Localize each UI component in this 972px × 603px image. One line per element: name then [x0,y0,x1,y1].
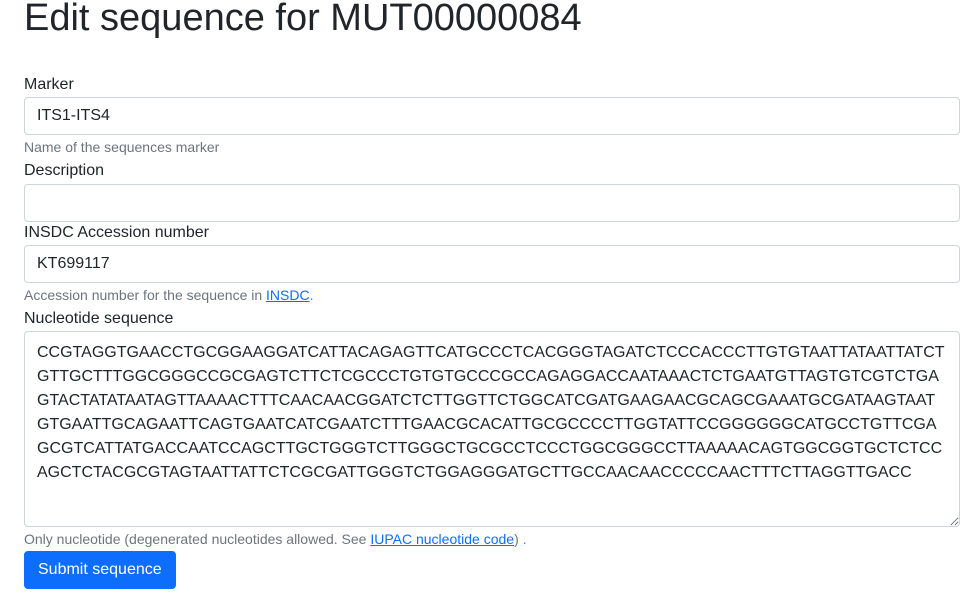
marker-input[interactable] [24,97,960,135]
insdc-link[interactable]: INSDC [266,287,310,303]
page-title: Edit sequence for MUT00000084 [24,0,582,39]
accession-help-text: Accession number for the sequence in INS… [24,286,313,304]
accession-label: INSDC Accession number [24,224,209,241]
iupac-link[interactable]: IUPAC nucleotide code [370,531,514,547]
marker-label: Marker [24,76,74,93]
accession-input[interactable] [24,245,960,283]
description-input[interactable] [24,184,960,222]
accession-help-suffix: . [309,287,314,303]
sequence-help-prefix: Only nucleotide (degenerated nucleotides… [24,531,371,547]
accession-help-prefix: Accession number for the sequence in [24,287,267,303]
sequence-label: Nucleotide sequence [24,310,174,327]
sequence-help-suffix: ) . [514,531,527,547]
sequence-help-text: Only nucleotide (degenerated nucleotides… [24,530,527,548]
marker-help-text: Name of the sequences marker [24,139,220,155]
submit-sequence-button[interactable]: Submit sequence [24,551,176,589]
description-label: Description [24,162,105,179]
sequence-textarea[interactable]: CCGTAGGTGAACCTGCGGAAGGATCATTACAGAGTTCATG… [24,331,960,527]
